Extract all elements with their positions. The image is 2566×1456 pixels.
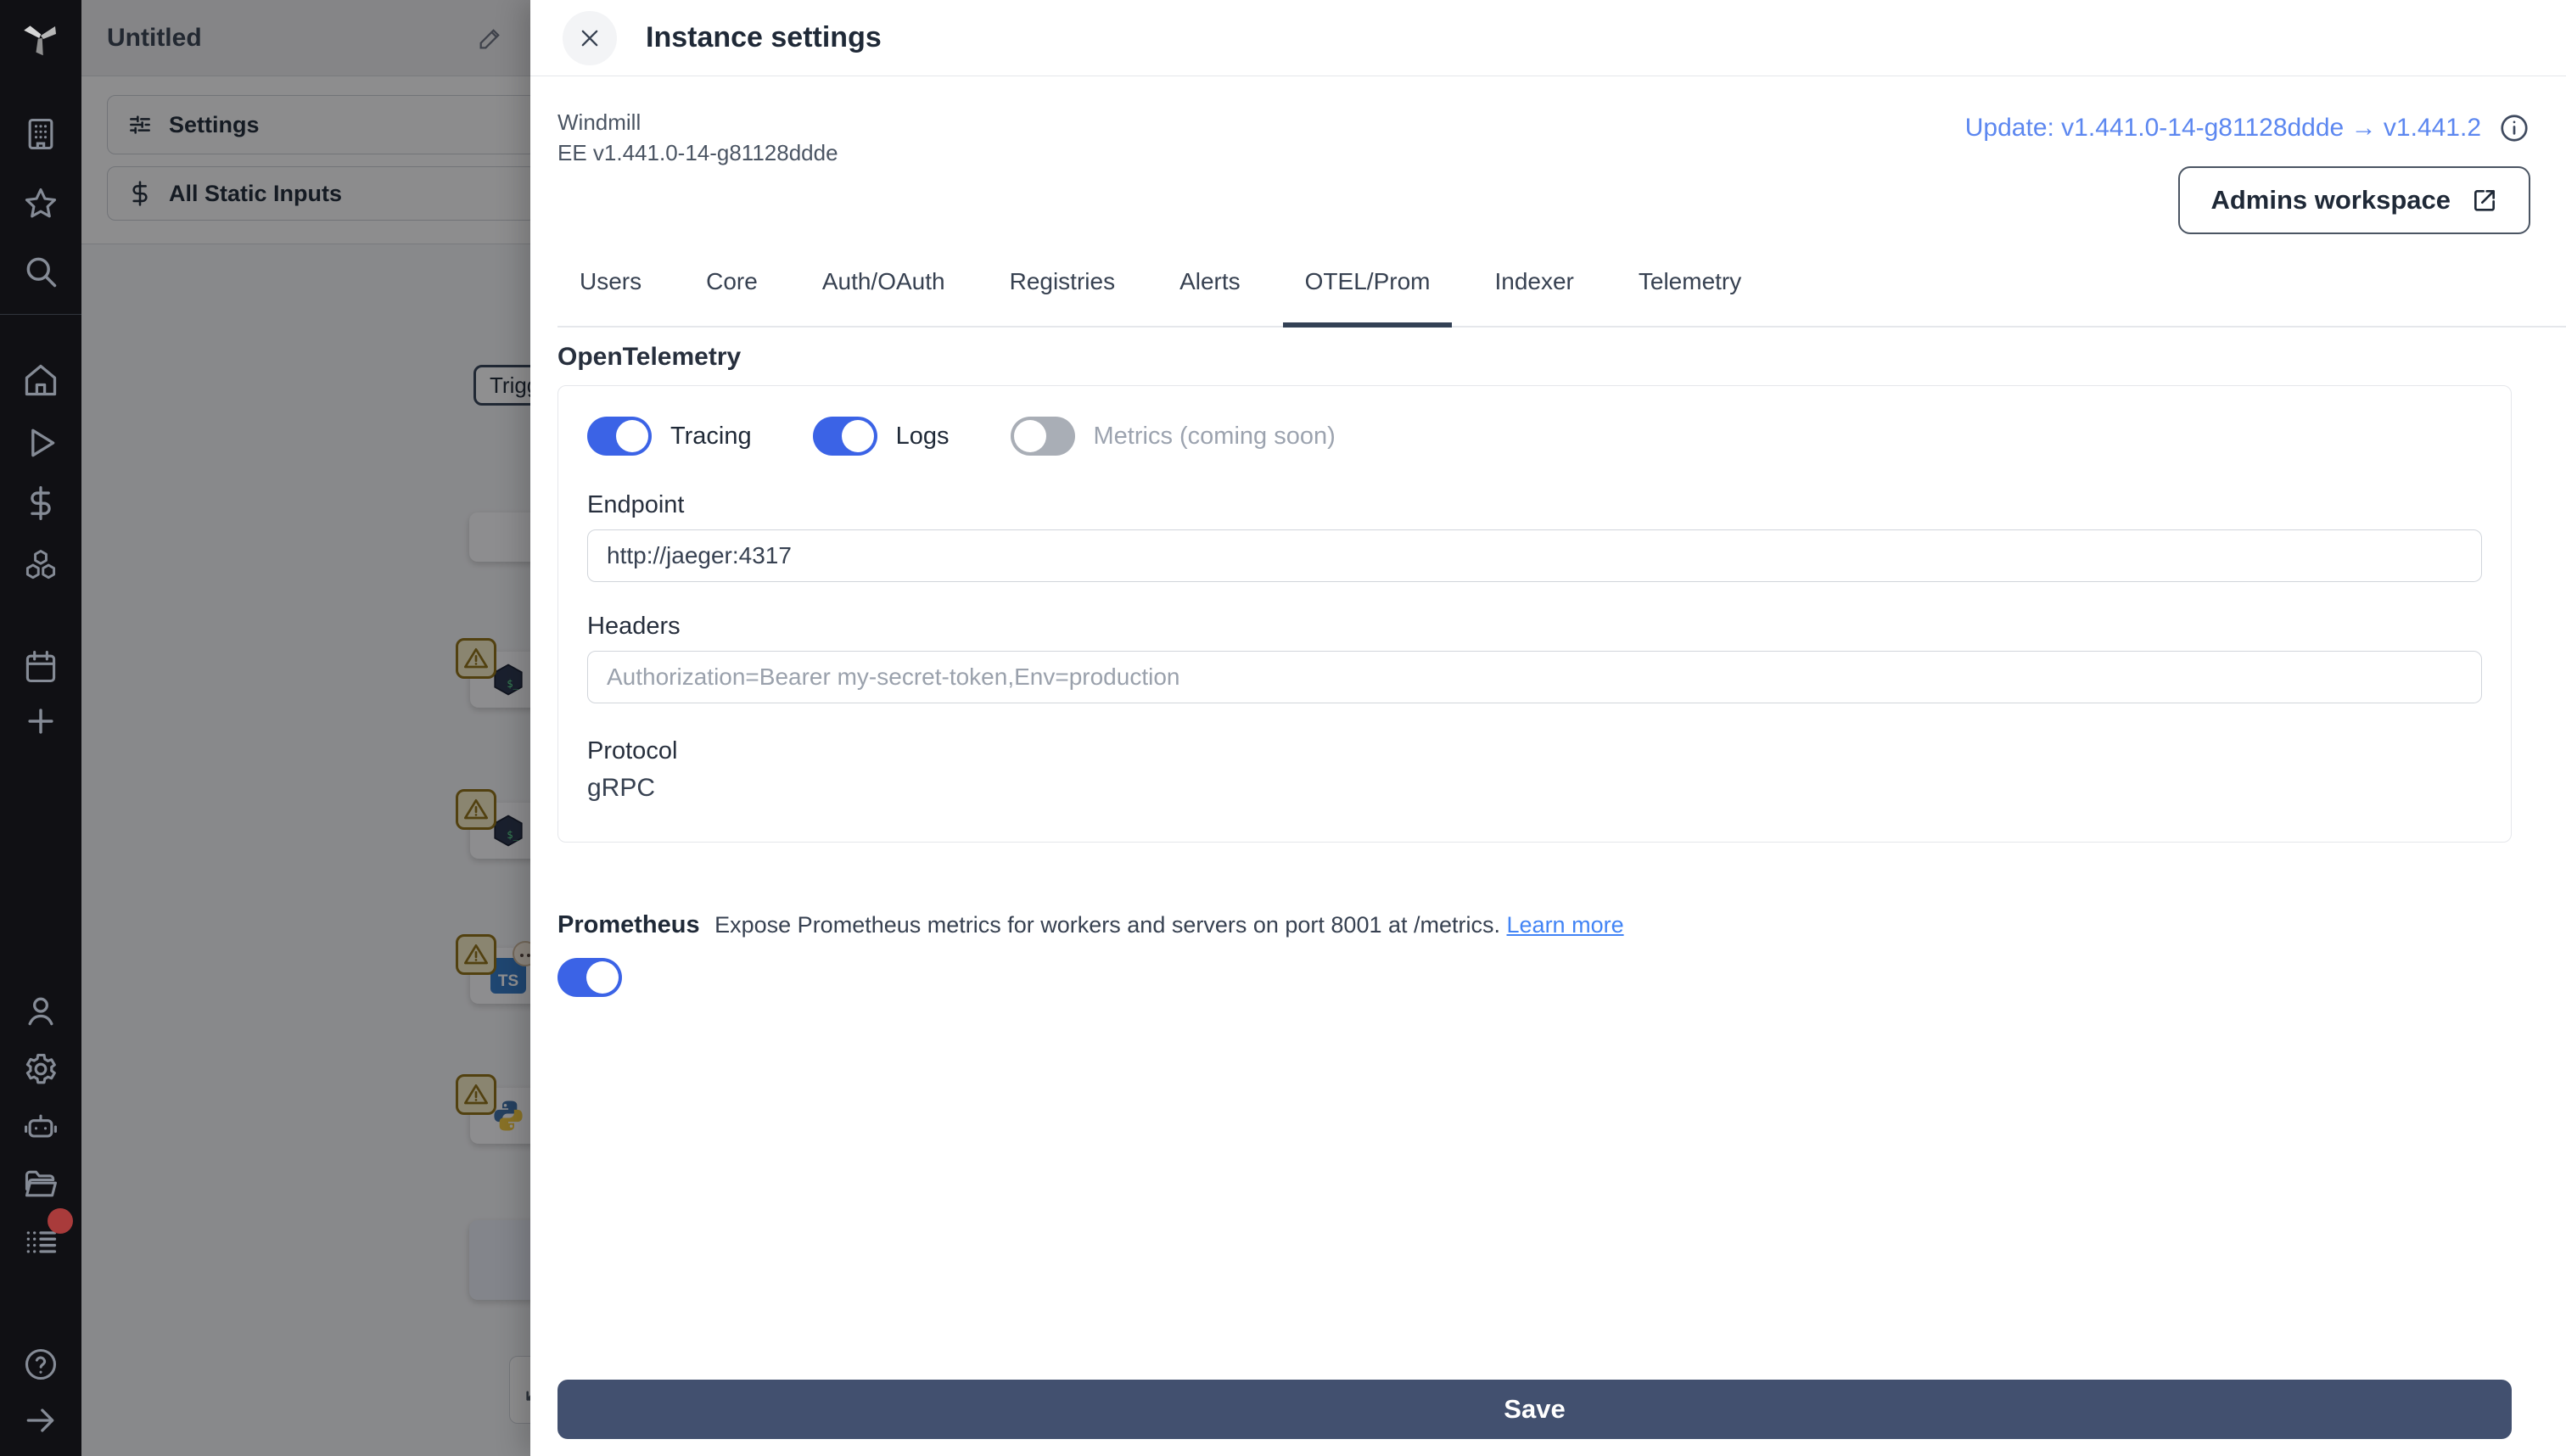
- user-icon[interactable]: [22, 993, 59, 1030]
- prometheus-section: Prometheus Expose Prometheus metrics for…: [557, 909, 2512, 997]
- protocol-value: gRPC: [587, 774, 656, 802]
- version-line: EE v1.441.0-14-g81128ddde: [557, 140, 838, 165]
- workers-robot-icon[interactable]: [22, 1108, 59, 1145]
- folders-icon[interactable]: [22, 1166, 59, 1203]
- tracing-label: Tracing: [670, 422, 752, 450]
- schedules-calendar-icon[interactable]: [22, 648, 59, 686]
- tracing-toggle[interactable]: [587, 417, 652, 456]
- sidebar: [0, 0, 81, 1456]
- close-icon[interactable]: [563, 10, 617, 65]
- tab-alerts[interactable]: Alerts: [1157, 253, 1263, 328]
- endpoint-input[interactable]: [587, 529, 2482, 582]
- tab-users[interactable]: Users: [557, 253, 664, 328]
- admins-workspace-button[interactable]: Admins workspace: [2178, 166, 2530, 234]
- tab-indexer[interactable]: Indexer: [1472, 253, 1595, 328]
- app-name: Windmill: [557, 109, 642, 135]
- info-icon[interactable]: [2498, 112, 2530, 144]
- update-link[interactable]: Update: v1.441.0-14-g81128ddde → v1.441.…: [1965, 114, 2481, 143]
- opentelemetry-card: Tracing Logs Metrics (coming soon) Endpo…: [557, 385, 2512, 843]
- prometheus-toggle[interactable]: [557, 958, 622, 997]
- resources-cubes-icon[interactable]: [22, 546, 59, 584]
- otel-toggles: Tracing Logs Metrics (coming soon): [587, 417, 2482, 456]
- metrics-toggle-disabled: [1010, 417, 1075, 456]
- drawer-title: Instance settings: [646, 21, 882, 53]
- logs-toggle[interactable]: [812, 417, 877, 456]
- otel-tab-content: OpenTelemetry Tracing Logs Metrics (comi…: [557, 343, 2512, 997]
- tab-telemetry[interactable]: Telemetry: [1616, 253, 1763, 328]
- settings-gear-icon[interactable]: [22, 1050, 59, 1088]
- tracing-toggle-item: Tracing: [587, 417, 752, 456]
- star-icon[interactable]: [22, 185, 59, 222]
- save-button[interactable]: Save: [557, 1380, 2512, 1439]
- add-plus-icon[interactable]: [22, 703, 59, 740]
- instance-settings-drawer: Instance settings Windmill EE v1.441.0-1…: [530, 0, 2566, 1456]
- tab-core[interactable]: Core: [684, 253, 780, 328]
- update-row: Update: v1.441.0-14-g81128ddde → v1.441.…: [1965, 112, 2530, 144]
- headers-label: Headers: [587, 613, 681, 640]
- drawer-header: Instance settings: [530, 0, 2566, 76]
- notification-badge: [48, 1208, 73, 1234]
- search-icon[interactable]: [22, 253, 59, 290]
- runs-play-icon[interactable]: [22, 424, 59, 462]
- sidebar-divider: [0, 314, 81, 315]
- tab-otel-prom[interactable]: OTEL/Prom: [1282, 253, 1453, 328]
- tab-auth-oauth[interactable]: Auth/OAuth: [800, 253, 967, 328]
- help-icon[interactable]: [22, 1346, 59, 1383]
- windmill-logo-icon[interactable]: [20, 17, 61, 58]
- modal-overlay[interactable]: [81, 0, 530, 1456]
- headers-input[interactable]: [587, 651, 2482, 703]
- version-block: Windmill EE v1.441.0-14-g81128ddde: [557, 107, 838, 168]
- windmill-app: Untitled Settings All Static Inputs Trig…: [0, 0, 2566, 1456]
- expand-arrow-icon[interactable]: [22, 1402, 59, 1439]
- settings-tabs: Users Core Auth/OAuth Registries Alerts …: [557, 253, 2566, 328]
- endpoint-label: Endpoint: [587, 491, 685, 518]
- metrics-label: Metrics (coming soon): [1093, 422, 1336, 450]
- opentelemetry-heading: OpenTelemetry: [557, 343, 742, 371]
- external-link-icon: [2474, 190, 2495, 211]
- logs-toggle-item: Logs: [812, 417, 950, 456]
- prometheus-title: Prometheus: [557, 911, 700, 938]
- logs-label: Logs: [895, 422, 950, 450]
- home-icon[interactable]: [22, 361, 59, 399]
- workspace-building-icon[interactable]: [22, 115, 59, 153]
- metrics-toggle-item: Metrics (coming soon): [1010, 417, 1336, 456]
- protocol-label: Protocol: [587, 737, 678, 764]
- prometheus-description: Expose Prometheus metrics for workers an…: [714, 912, 1500, 938]
- admins-workspace-label: Admins workspace: [2210, 185, 2451, 215]
- variables-dollar-icon[interactable]: [22, 484, 59, 522]
- learn-more-link[interactable]: Learn more: [1507, 912, 1624, 938]
- tab-registries[interactable]: Registries: [988, 253, 1137, 328]
